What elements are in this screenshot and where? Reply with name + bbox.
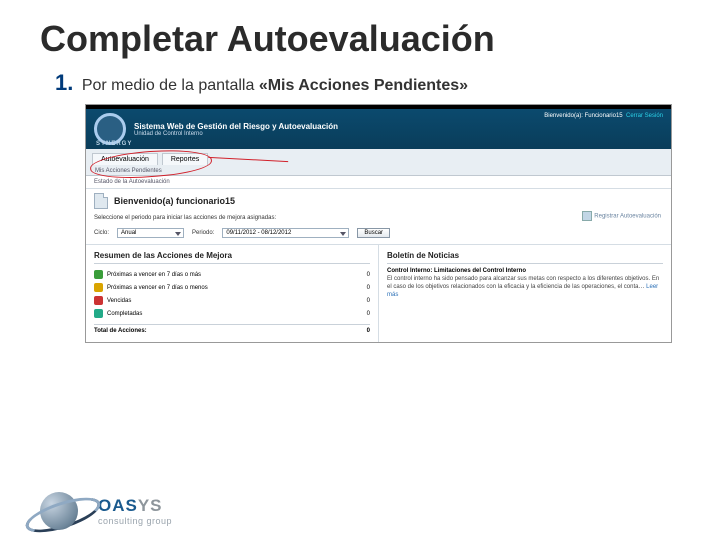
step-prefix: Por medio de la pantalla bbox=[82, 77, 259, 94]
filter-row: Ciclo: Anual Periodo: 09/11/2012 - 08/12… bbox=[86, 225, 671, 245]
tab-autoevaluacion[interactable]: Autoevaluación bbox=[92, 153, 158, 165]
tab-bar: Autoevaluación Reportes Mis Acciones Pen… bbox=[86, 149, 671, 176]
welcome-row: Bienvenido(a) funcionario15 bbox=[86, 189, 671, 211]
footer-sub: consulting group bbox=[98, 516, 172, 526]
register-link[interactable]: Registrar Autoevaluación bbox=[582, 211, 661, 221]
periodo-label: Periodo: bbox=[192, 230, 214, 236]
brand-name: SYNERGY bbox=[96, 141, 132, 147]
welcome-heading: Bienvenido(a) funcionario15 bbox=[114, 196, 235, 206]
news-item-body: El control interno ha sido pensado para … bbox=[387, 276, 663, 299]
instruction-row: Seleccione el periodo para iniciar las a… bbox=[86, 211, 671, 225]
total-label: Total de Acciones: bbox=[94, 328, 147, 334]
news-heading: Boletín de Noticias bbox=[387, 251, 663, 264]
tab-subitem[interactable]: Mis Acciones Pendientes bbox=[92, 167, 665, 175]
summary-heading: Resumen de las Acciones de Mejora bbox=[94, 251, 370, 264]
footer-brand: OASYS bbox=[98, 496, 172, 516]
status-red-icon bbox=[94, 296, 103, 305]
system-subtitle: Unidad de Control Interno bbox=[134, 131, 338, 137]
main-content: Resumen de las Acciones de Mejora Próxim… bbox=[86, 245, 671, 342]
embedded-screenshot: Sistema Web de Gestión del Riesgo y Auto… bbox=[85, 104, 672, 343]
status-green-icon bbox=[94, 270, 103, 279]
instruction-text: Seleccione el periodo para iniciar las a… bbox=[94, 215, 276, 221]
summary-row-2: Próximas a vencer en 7 días o menos 0 bbox=[94, 281, 370, 294]
system-title: Sistema Web de Gestión del Riesgo y Auto… bbox=[134, 122, 338, 131]
ciclo-select[interactable]: Anual bbox=[117, 228, 184, 238]
footer-logo: OASYS consulting group bbox=[30, 482, 172, 540]
tab-reportes[interactable]: Reportes bbox=[162, 153, 208, 165]
breadcrumb: Estado de la Autoevaluación bbox=[86, 176, 671, 189]
welcome-user: Bienvenido(a): Funcionario15 bbox=[544, 113, 622, 119]
document-icon bbox=[94, 193, 108, 209]
periodo-select[interactable]: 09/11/2012 - 08/12/2012 bbox=[222, 228, 349, 238]
status-yellow-icon bbox=[94, 283, 103, 292]
summary-value-1: 0 bbox=[367, 272, 370, 278]
buscar-button[interactable]: Buscar bbox=[357, 228, 390, 238]
step-line: 1. Por medio de la pantalla «Mis Accione… bbox=[55, 70, 720, 96]
status-check-icon bbox=[94, 309, 103, 318]
ciclo-label: Ciclo: bbox=[94, 230, 109, 236]
summary-value-4: 0 bbox=[367, 311, 370, 317]
summary-value-2: 0 bbox=[367, 285, 370, 291]
header-right: Bienvenido(a): Funcionario15 Cerrar Sesi… bbox=[544, 113, 663, 119]
news-item-title: Control Interno: Limitaciones del Contro… bbox=[387, 268, 663, 274]
app-header: Sistema Web de Gestión del Riesgo y Auto… bbox=[86, 109, 671, 149]
summary-row-3: Vencidas 0 bbox=[94, 294, 370, 307]
planet-icon bbox=[30, 482, 88, 540]
summary-total-row: Total de Acciones: 0 bbox=[94, 324, 370, 336]
summary-row-1: Próximas a vencer en 7 días o más 0 bbox=[94, 268, 370, 281]
step-emphasis: «Mis Acciones Pendientes» bbox=[259, 77, 468, 94]
summary-panel: Resumen de las Acciones de Mejora Próxim… bbox=[86, 245, 378, 342]
summary-value-3: 0 bbox=[367, 298, 370, 304]
summary-row-4: Completadas 0 bbox=[94, 307, 370, 320]
slide-title: Completar Autoevaluación bbox=[40, 18, 720, 60]
step-number: 1. bbox=[55, 70, 73, 95]
register-icon bbox=[582, 211, 592, 221]
news-panel: Boletín de Noticias Control Interno: Lim… bbox=[378, 245, 671, 342]
total-value: 0 bbox=[367, 328, 370, 334]
logout-link[interactable]: Cerrar Sesión bbox=[626, 113, 663, 119]
